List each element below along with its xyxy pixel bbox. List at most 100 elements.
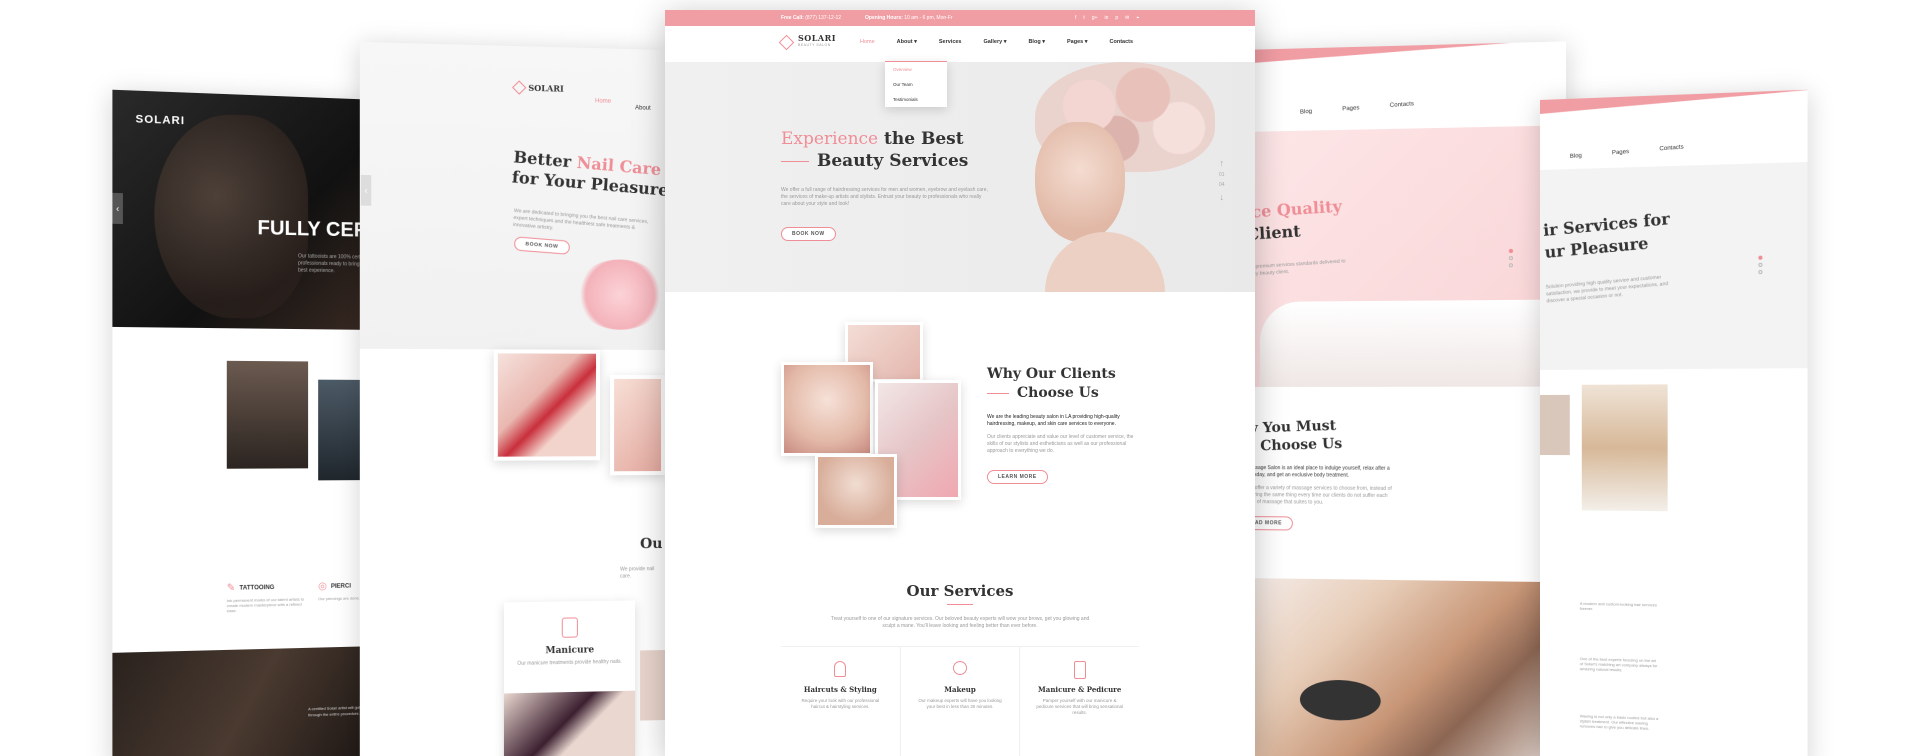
dropdown-item-testimonials[interactable]: Testimonials [885, 92, 947, 107]
hero-slider-control: ↑ 01 04 ↓ [1219, 158, 1225, 202]
main-nav: Home About ▾ Services Gallery ▾ Blog ▾ P… [860, 39, 1133, 45]
service-card-haircuts[interactable]: Haircuts & Styling Require your look wit… [781, 647, 901, 756]
service-title: Haircuts & Styling [803, 685, 877, 694]
tattoo-arm-image [154, 111, 309, 320]
chevron-down-icon: ▾ [1003, 39, 1007, 45]
far-left-bottom-image: A certified Solari artist will guide you… [112, 646, 381, 756]
center-topbar: Free Call: (877) 137-12-12 Opening Hours… [665, 10, 1255, 26]
hero-book-button[interactable]: BOOK NOW [781, 227, 836, 241]
logo-text: SOLARI [798, 33, 836, 43]
far-right-preview: Blog Pages Contacts ir Services for ur P… [1540, 89, 1808, 756]
nav-about[interactable]: About ▾ [897, 39, 917, 45]
slider-dots[interactable] [1508, 248, 1514, 268]
nail-polish-icon [1073, 661, 1086, 679]
slider-prev-arrow[interactable]: ‹ [112, 192, 123, 225]
towel-image [1259, 299, 1567, 387]
mid-left-preview: SOLARI Home About Better Nail Care for Y… [359, 41, 665, 756]
far-left-logo[interactable]: SOLARI [136, 113, 186, 127]
service-card-makeup[interactable]: Makeup Our makeup experts will have you … [901, 647, 1021, 756]
why-photo-left [781, 362, 873, 456]
dropdown-item-our-team[interactable]: Our Team [885, 77, 947, 92]
opening-hours-label: Opening Hours: [865, 15, 903, 21]
piercing-icon: ◎ [318, 580, 327, 593]
why-learn-more-button[interactable]: LEARN MORE [987, 470, 1048, 484]
mid-left-logo[interactable]: SOLARI [512, 80, 564, 95]
facebook-icon[interactable]: f [1075, 10, 1076, 26]
nails-photo-2 [610, 374, 665, 476]
mid-right-preview: Blog Pages Contacts ice Quality Client O… [1240, 41, 1567, 756]
mid-left-photo-side [640, 650, 665, 721]
far-left-service-0[interactable]: ✎ TATTOOING Ink permanent marks of our t… [226, 581, 308, 614]
mid-left-nav-home[interactable]: Home [595, 98, 611, 104]
mid-right-hero-title: ice Quality Client [1244, 196, 1343, 244]
nav-home[interactable]: Home [860, 39, 875, 45]
far-right-hero-text: Solution providing high quality service … [1545, 274, 1669, 305]
mail-icon[interactable]: ✉ [1125, 10, 1129, 26]
mid-left-nav-about[interactable]: About [635, 105, 651, 111]
card-title: Manicure [545, 645, 595, 657]
nav-blog[interactable]: Blog [1570, 153, 1582, 160]
slider-total: 04 [1219, 182, 1225, 188]
arrow-down-icon[interactable]: ↓ [1220, 192, 1225, 202]
logo-diamond-icon [512, 80, 527, 95]
nav-pages[interactable]: Pages [1342, 105, 1359, 112]
nav-contacts[interactable]: Contacts [1659, 144, 1683, 152]
hero-text: We offer a full range of hairdressing se… [781, 187, 988, 207]
free-call-value[interactable]: (877) 137-12-12 [805, 15, 841, 21]
slider-prev-arrow[interactable]: ‹ [360, 174, 372, 206]
slider-index: 01 [1219, 172, 1225, 178]
google-plus-icon[interactable]: g+ [1092, 10, 1098, 26]
mid-right-hero: ice Quality Client Our premium services … [1240, 125, 1567, 387]
mid-right-topbar [1240, 41, 1567, 64]
center-header: SOLARI BEAUTY SALON Home About ▾ Service… [665, 26, 1255, 62]
far-left-hero: SOLARI FULLY CERTIFI Our tattooists are … [112, 89, 381, 330]
nav-blog[interactable]: Blog ▾ [1028, 39, 1045, 45]
twitter-icon[interactable]: t [1083, 10, 1084, 26]
far-right-text-2: Waxing is not only a basic routine but a… [1579, 713, 1659, 731]
mid-left-section-title: Ou [640, 536, 663, 553]
center-preview: Free Call: (877) 137-12-12 Opening Hours… [665, 10, 1255, 756]
service-desc: Ink permanent marks of our talent artist… [226, 596, 305, 614]
why-photo-bottom [815, 454, 897, 528]
nav-gallery[interactable]: Gallery ▾ [984, 39, 1007, 45]
mid-right-why-title: hy You Must Choose Us [1240, 417, 1343, 455]
service-text: Require your look with our professional … [801, 698, 880, 709]
nav-pages[interactable]: Pages ▾ [1067, 39, 1088, 45]
chevron-down-icon: ▾ [914, 39, 917, 45]
chevron-down-icon: ▾ [1084, 39, 1088, 45]
nav-pages[interactable]: Pages [1612, 149, 1629, 156]
arrow-up-icon[interactable]: ↑ [1220, 158, 1225, 168]
services-grid: Haircuts & Styling Require your look wit… [781, 646, 1139, 756]
service-card-manicure[interactable]: Manicure & Pedicure Pamper yourself with… [1020, 647, 1139, 756]
service-label: PIERCI [330, 583, 351, 590]
logo-diamond-icon [778, 34, 795, 50]
nav-blog[interactable]: Blog [1300, 109, 1312, 116]
linkedin-icon[interactable]: in [1104, 10, 1108, 26]
nav-contacts[interactable]: Contacts [1110, 39, 1134, 45]
far-right-hero-title: ir Services for ur Pleasure [1542, 208, 1671, 262]
mid-left-book-button[interactable]: BOOK NOW [513, 236, 570, 255]
card-text: Our manicure treatments provide healthy … [517, 658, 622, 667]
model-face [1035, 122, 1125, 242]
nav-services[interactable]: Services [939, 39, 962, 45]
location-icon[interactable]: ⌖ [1136, 10, 1139, 26]
tattoo-machine-icon: ✎ [226, 582, 236, 594]
nav-contacts[interactable]: Contacts [1390, 101, 1414, 109]
rose-petals-image [574, 259, 665, 330]
center-logo[interactable]: SOLARI BEAUTY SALON [778, 33, 836, 50]
massage-photo [1240, 578, 1567, 756]
mid-right-hero-text: Our premium services standards delivered… [1245, 258, 1346, 278]
far-right-text-1: One of the best experts focusing on the … [1579, 656, 1658, 673]
pinterest-icon[interactable]: p [1115, 10, 1118, 26]
mid-left-section-text: We provide nail care. [620, 566, 655, 580]
dropdown-item-overview[interactable]: Overview [885, 62, 947, 77]
stones-image [1299, 679, 1381, 722]
center-hero: Experience the Best Beauty Services We o… [665, 62, 1255, 292]
slider-dots[interactable] [1758, 255, 1763, 275]
why-text: Our clients appreciate and value our lev… [987, 434, 1134, 454]
mid-right-nav: Blog Pages Contacts [1300, 101, 1414, 115]
service-text: Our makeup experts will have you looking… [918, 698, 1002, 709]
model-shoulders [1045, 232, 1165, 292]
service-title: Makeup [944, 685, 976, 694]
mid-left-service-card[interactable]: Manicure Our manicure treatments provide… [503, 600, 636, 756]
